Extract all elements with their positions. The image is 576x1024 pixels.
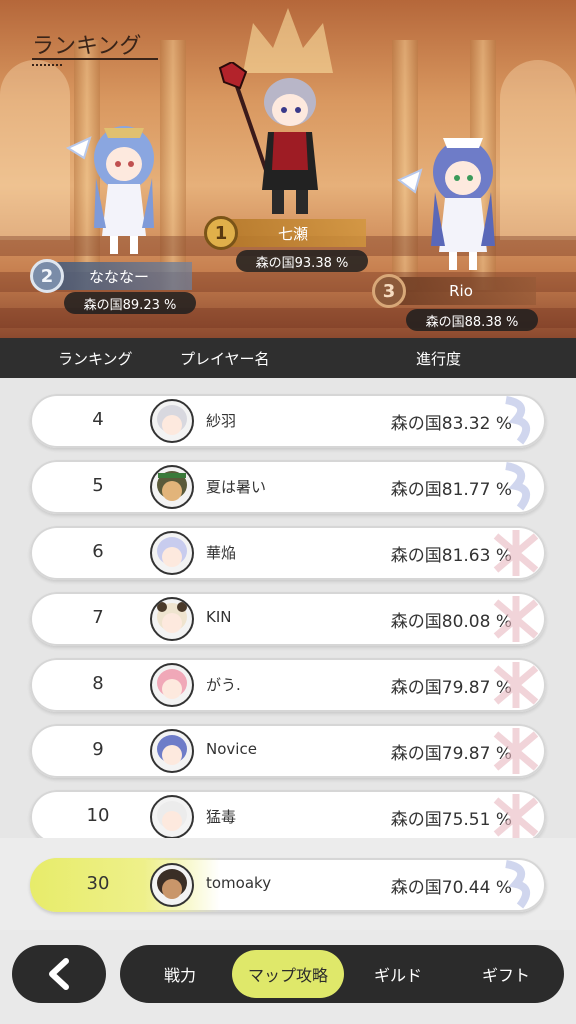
rank-number: 4	[92, 409, 104, 430]
rank1-medal-icon: 1	[204, 216, 238, 250]
avatar[interactable]	[150, 863, 194, 907]
avatar[interactable]	[150, 795, 194, 838]
list-item[interactable]: 10 猛毒 森の国75.51 %	[30, 790, 546, 838]
guild-emblem-icon	[493, 794, 539, 838]
avatar[interactable]	[150, 729, 194, 773]
rank-number: 5	[92, 475, 104, 496]
rank-number: 6	[92, 541, 104, 562]
guild-emblem-icon	[493, 728, 539, 774]
rank2-number: 2	[40, 265, 54, 287]
player-name: 猛毒	[206, 808, 237, 826]
ranking-tabs: 戦力 マップ攻略 ギルド ギフト	[120, 945, 564, 1003]
column-progress: 進行度	[416, 350, 462, 368]
player-name: tomoaky	[206, 874, 272, 892]
player-name: がう.	[206, 676, 241, 694]
rank1-name: 七瀬	[277, 224, 308, 243]
rank-number: 7	[92, 607, 104, 628]
my-rank-row[interactable]: 30 tomoaky 森の国70.44 %	[30, 858, 546, 912]
guild-emblem-icon	[505, 396, 530, 445]
rank3-name: Rio	[449, 282, 473, 300]
rank1-number: 1	[214, 222, 228, 244]
player-name: 紗羽	[206, 412, 237, 430]
rank3-progress: 森の国88.38 %	[406, 309, 538, 331]
tab-map-progress[interactable]: マップ攻略	[232, 950, 344, 998]
back-button[interactable]	[12, 945, 106, 1003]
title-underline	[32, 58, 158, 60]
player-name: KIN	[206, 608, 232, 626]
list-item[interactable]: 9 Novice 森の国79.87 %	[30, 724, 546, 778]
rank3-number: 3	[382, 280, 396, 302]
guild-emblem-icon	[505, 860, 530, 909]
player-name: 夏は暑い	[206, 478, 267, 496]
title-dots	[32, 64, 62, 68]
avatar[interactable]	[150, 399, 194, 443]
page-title: ランキング	[32, 34, 142, 59]
list-item[interactable]: 7 KIN 森の国80.08 %	[30, 592, 546, 646]
list-item[interactable]: 6 華焔 森の国81.63 %	[30, 526, 546, 580]
avatar[interactable]	[150, 465, 194, 509]
rank-number: 9	[92, 739, 104, 760]
chevron-left-icon	[49, 958, 69, 990]
column-rank: ランキング	[58, 350, 133, 368]
guild-emblem-icon	[493, 530, 539, 576]
ranking-list[interactable]: 4 紗羽 森の国83.32 % 5 夏は暑い 森の国81.77 % 6 華焔 森…	[0, 378, 576, 838]
avatar[interactable]	[150, 663, 194, 707]
rank2-medal-icon: 2	[30, 259, 64, 293]
rank1-name-bar: 七瀬	[220, 219, 366, 247]
rank2-name-bar: なななー	[46, 262, 192, 290]
rank1-character[interactable]	[212, 62, 332, 222]
rank-number: 10	[86, 805, 110, 826]
rank-number: 8	[92, 673, 104, 694]
rank3-character[interactable]	[395, 120, 515, 275]
guild-emblem-icon	[493, 596, 539, 642]
tab-gift[interactable]: ギフト	[456, 945, 556, 1003]
list-item[interactable]: 8 がう. 森の国79.87 %	[30, 658, 546, 712]
tab-guild[interactable]: ギルド	[348, 945, 448, 1003]
rank2-character[interactable]	[60, 108, 170, 258]
avatar[interactable]	[150, 597, 194, 641]
column-player: プレイヤー名	[180, 350, 270, 368]
guild-emblem-icon	[505, 462, 530, 511]
ranking-table-header: ランキング プレイヤー名 進行度	[0, 338, 576, 378]
avatar[interactable]	[150, 531, 194, 575]
rank3-name-bar: Rio	[386, 277, 536, 305]
podium-banner: ランキング 七瀬 1 森の国93.38 % なななー 2 森の国89.23 % …	[0, 0, 576, 338]
rank2-name: なななー	[88, 267, 149, 286]
list-item[interactable]: 5 夏は暑い 森の国81.77 %	[30, 460, 546, 514]
player-name: Novice	[206, 740, 257, 758]
rank2-progress: 森の国89.23 %	[64, 292, 196, 314]
tab-power[interactable]: 戦力	[134, 945, 226, 1003]
rank1-progress: 森の国93.38 %	[236, 250, 368, 272]
player-name: 華焔	[206, 544, 237, 562]
list-item[interactable]: 4 紗羽 森の国83.32 %	[30, 394, 546, 448]
rank-number: 30	[86, 873, 110, 894]
guild-emblem-icon	[493, 662, 539, 708]
rank3-medal-icon: 3	[372, 274, 406, 308]
